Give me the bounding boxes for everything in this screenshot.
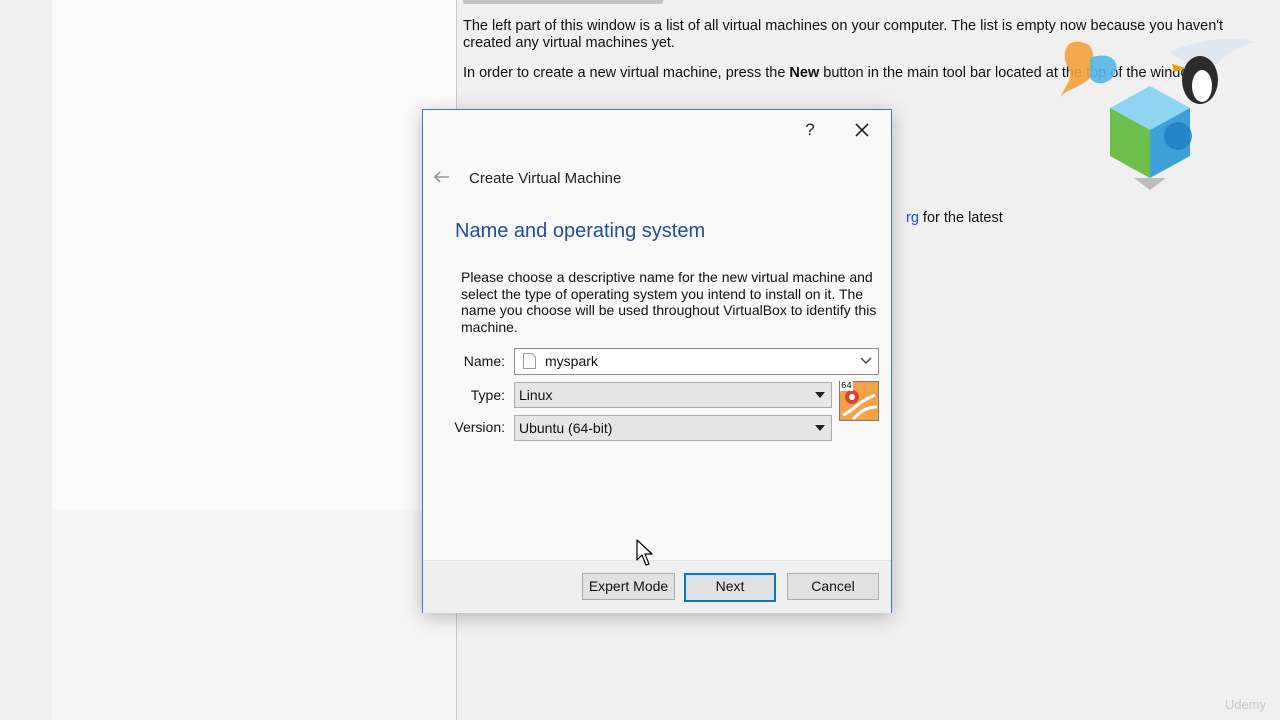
- cancel-button[interactable]: Cancel: [787, 573, 879, 600]
- create-vm-dialog: ? Create Virtual Machine Name and operat…: [422, 109, 892, 613]
- welcome-heading-strip: [463, 0, 663, 4]
- dropdown-arrow-icon: [815, 425, 825, 431]
- window-edge: [0, 0, 52, 720]
- type-label: Type:: [470, 387, 505, 403]
- dialog-title: Create Virtual Machine: [469, 170, 622, 187]
- welcome-p2-text: In order to create a new virtual machine…: [463, 65, 790, 81]
- chevron-down-icon[interactable]: [860, 356, 872, 366]
- document-icon: [523, 353, 536, 369]
- watermark: Udemy: [1224, 697, 1266, 712]
- name-label: Name:: [463, 353, 505, 369]
- description-text: Please choose a descriptive name for the…: [461, 269, 877, 335]
- version-label: Version:: [454, 419, 505, 435]
- vm-list-panel[interactable]: [52, 0, 457, 720]
- welcome-p3-text: for the latest: [918, 210, 1003, 226]
- name-combobox[interactable]: [514, 348, 879, 375]
- virtualbox-logo-icon: [1060, 38, 1255, 190]
- name-input[interactable]: [545, 352, 845, 370]
- website-link[interactable]: rg: [906, 210, 919, 226]
- welcome-p2-bold: New: [789, 65, 820, 81]
- 64bit-badge: 64: [840, 381, 853, 391]
- button-bar: Expert Mode Next Cancel: [423, 560, 891, 613]
- os-type-icon: 64: [839, 381, 879, 421]
- close-icon[interactable]: [847, 116, 877, 144]
- version-select[interactable]: Ubuntu (64-bit): [514, 415, 832, 441]
- expert-mode-button[interactable]: Expert Mode: [582, 573, 675, 600]
- help-button[interactable]: ?: [797, 118, 823, 142]
- dropdown-arrow-icon: [815, 392, 825, 398]
- back-arrow-icon[interactable]: [431, 168, 453, 186]
- vm-list-lower-area: [52, 510, 456, 720]
- type-select[interactable]: Linux: [514, 382, 832, 408]
- mouse-cursor-icon: [636, 539, 653, 566]
- next-button[interactable]: Next: [684, 573, 776, 602]
- type-select-value: Linux: [519, 387, 553, 403]
- page-title: Name and operating system: [455, 220, 706, 242]
- version-select-value: Ubuntu (64-bit): [519, 420, 613, 436]
